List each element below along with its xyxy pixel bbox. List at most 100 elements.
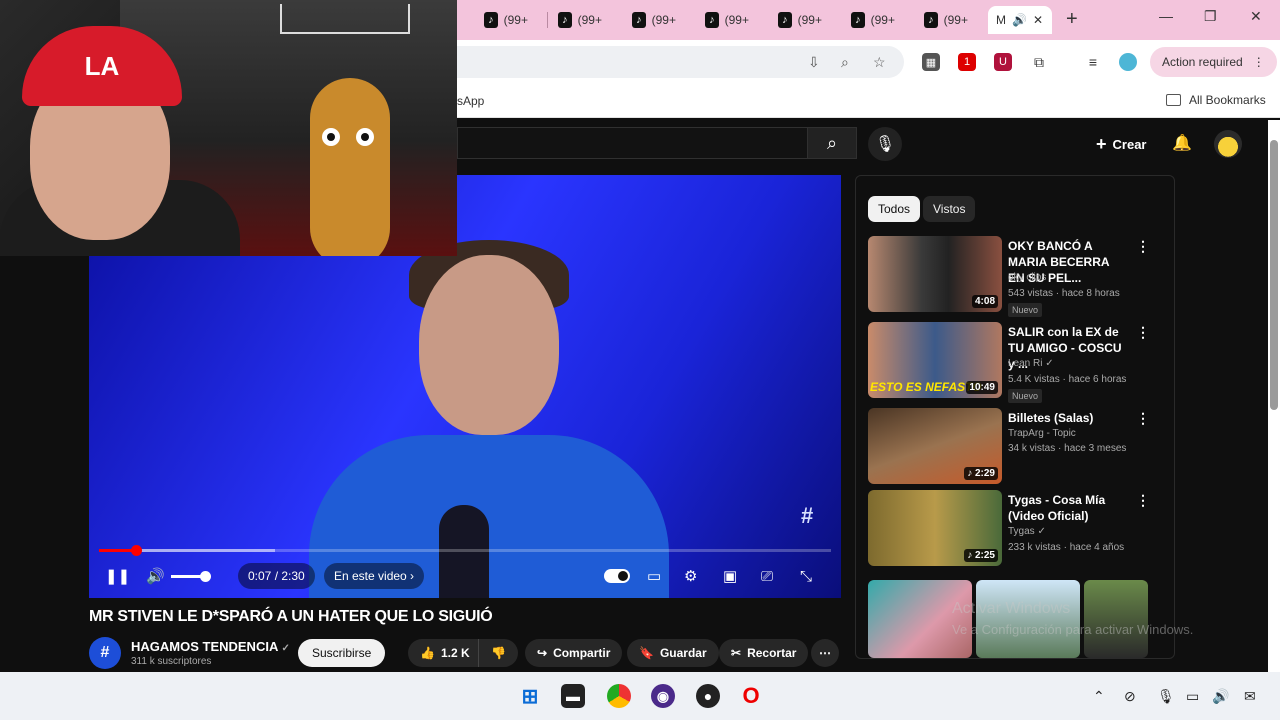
recommendation-item[interactable]: ♪ 2:29 Billetes (Salas) TrapArg - Topic …	[868, 408, 1158, 486]
video-title: MR STIVEN LE D*SPARÓ A UN HATER QUE LO S…	[89, 608, 493, 625]
recommendation-item[interactable]: ♪ 2:25 Tygas - Cosa Mía (Video Oficial) …	[868, 490, 1158, 568]
close-icon[interactable]: ✕	[1033, 13, 1043, 27]
file-explorer-icon[interactable]: ▬	[561, 684, 585, 708]
close-window-icon[interactable]: ✕	[1250, 8, 1262, 25]
microphone-icon[interactable]: 🎙	[1157, 688, 1175, 705]
channel-avatar[interactable]: #	[89, 637, 121, 669]
video-thumbnail[interactable]: 4:08	[868, 236, 1002, 312]
display-icon[interactable]: ▭	[1186, 688, 1199, 705]
ublock-icon[interactable]: U	[994, 53, 1012, 71]
miniplayer-button[interactable]: ▣	[723, 563, 737, 589]
fullscreen-button[interactable]: ⤡	[800, 563, 812, 589]
tab[interactable]: ♪ (99+	[752, 6, 822, 34]
search-input[interactable]	[457, 127, 807, 159]
bookmark-item[interactable]: sApp	[457, 94, 484, 108]
star-icon[interactable]: ☆	[873, 54, 886, 71]
progress-bar[interactable]	[99, 549, 831, 552]
more-actions-button[interactable]: ⋯	[811, 639, 839, 667]
tab[interactable]: ♪ (99+	[458, 6, 528, 34]
account-avatar[interactable]	[1214, 130, 1242, 158]
opera-icon[interactable]: O	[739, 683, 763, 708]
short-thumbnail[interactable]	[1084, 580, 1148, 658]
short-thumbnail[interactable]	[976, 580, 1080, 658]
clip-button[interactable]: ✂ Recortar	[719, 639, 809, 667]
video-thumbnail[interactable]: ♪ 2:29	[868, 408, 1002, 484]
minimize-icon[interactable]: —	[1159, 8, 1173, 24]
tab[interactable]: ♪ (99+	[679, 6, 749, 34]
rec-channel[interactable]: Tygas ✓	[1008, 526, 1046, 537]
tab-label: (99+	[870, 13, 895, 27]
short-thumbnail[interactable]	[868, 580, 972, 658]
volume-button[interactable]: 🔊	[146, 563, 211, 589]
page-scrollbar[interactable]	[1268, 120, 1280, 672]
profile-avatar[interactable]	[1119, 53, 1137, 71]
tiktok-icon: ♪	[484, 12, 498, 28]
eye-icon	[322, 128, 340, 146]
rec-channel[interactable]: oky clips	[1008, 272, 1046, 283]
adblock-extension-icon[interactable]: 1	[958, 53, 976, 71]
kebab-menu-icon[interactable]: ⋮	[1136, 492, 1150, 509]
zoom-icon[interactable]: ⌕	[841, 54, 849, 71]
rec-title[interactable]: Tygas - Cosa Mía (Video Oficial)	[1008, 492, 1128, 524]
volume-icon[interactable]: 🔊	[1212, 688, 1229, 705]
autoplay-toggle[interactable]	[604, 563, 630, 589]
tab[interactable]: ♪ (99+	[606, 6, 676, 34]
rec-channel[interactable]: Lean Ri ✓	[1008, 358, 1054, 369]
save-button[interactable]: 🔖 Guardar	[627, 639, 719, 667]
recommendation-item[interactable]: 4:08 OKY BANCÓ A MARIA BECERRA EN SU PEL…	[868, 236, 1158, 317]
restore-icon[interactable]: ❐	[1204, 8, 1217, 25]
recommendation-item[interactable]: ESTO ES NEFASTO 10:49 SALIR con la EX de…	[868, 322, 1158, 403]
volume-slider[interactable]	[170, 570, 211, 582]
new-tab-button[interactable]: +	[1066, 8, 1078, 31]
chrome-icon[interactable]	[607, 684, 631, 708]
tab-label: (99+	[943, 13, 968, 27]
subscriber-count: 311 k suscriptores	[131, 656, 212, 667]
obs-icon[interactable]: ◉	[651, 684, 675, 708]
cast-button[interactable]: ⎚	[761, 563, 773, 589]
chip-watched[interactable]: Vistos	[923, 196, 976, 222]
video-thumbnail[interactable]: ♪ 2:25	[868, 490, 1002, 566]
share-button[interactable]: ↪ Compartir	[525, 639, 623, 667]
action-required-button[interactable]: Action required ⋮	[1150, 47, 1277, 77]
extensions-icon[interactable]: ⧉	[1030, 53, 1048, 71]
windows-start-icon[interactable]: ⊞	[518, 684, 542, 708]
create-button[interactable]: + Crear	[1096, 134, 1146, 155]
settings-button[interactable]: ⚙	[684, 563, 697, 589]
network-off-icon[interactable]: ⊘	[1124, 688, 1136, 705]
tab[interactable]: ♪ (99+	[825, 6, 895, 34]
channel-name[interactable]: HAGAMOS TENDENCIA ✓	[131, 639, 290, 654]
search-button[interactable]: ⌕	[807, 127, 857, 159]
media-control-icon[interactable]: ≡	[1084, 53, 1102, 71]
kebab-menu-icon[interactable]: ⋮	[1136, 410, 1150, 427]
tab-active[interactable]: M 🔊 ✕	[988, 6, 1052, 34]
subscribe-button[interactable]: Suscribirse	[298, 639, 386, 667]
rec-channel[interactable]: TrapArg - Topic	[1008, 428, 1076, 439]
thumbs-down-icon: 👎	[491, 646, 506, 660]
chevron-up-icon[interactable]: ⌃	[1093, 688, 1105, 705]
subtitles-button[interactable]: ▭	[647, 563, 661, 589]
all-bookmarks-button[interactable]: All Bookmarks	[1166, 93, 1266, 107]
channel-watermark-icon[interactable]: #	[801, 503, 831, 531]
notifications-bell-icon[interactable]: 🔔	[1172, 133, 1192, 153]
chip-all[interactable]: Todos	[868, 196, 921, 222]
rec-title[interactable]: Billetes (Salas)	[1008, 410, 1128, 426]
davinci-icon[interactable]: ●	[696, 684, 720, 708]
voice-search-button[interactable]: 🎙	[868, 127, 902, 161]
dislike-button[interactable]: 👎	[478, 639, 518, 667]
speaker-icon[interactable]: 🔊	[1012, 13, 1027, 27]
video-thumbnail[interactable]: ESTO ES NEFASTO 10:49	[868, 322, 1002, 398]
install-app-icon[interactable]: ⇩	[808, 54, 820, 71]
kebab-menu-icon[interactable]: ⋮	[1136, 324, 1150, 341]
kebab-menu-icon[interactable]: ⋮	[1136, 238, 1150, 255]
tab[interactable]: ♪ (99+	[898, 6, 968, 34]
like-button[interactable]: 👍 1.2 K	[408, 639, 482, 667]
scrubber-handle[interactable]	[130, 545, 142, 556]
scrollbar-thumb[interactable]	[1270, 140, 1278, 410]
windows-taskbar	[0, 672, 1280, 720]
qr-extension-icon[interactable]: ▦	[922, 53, 940, 71]
in-this-video-button[interactable]: En este video ›	[324, 563, 425, 589]
exit-fullscreen-icon: ⤡	[800, 567, 813, 585]
pause-button[interactable]: ❚❚	[105, 563, 130, 589]
notification-icon[interactable]: ✉	[1244, 688, 1256, 705]
tab[interactable]: ♪ (99+	[532, 6, 602, 34]
